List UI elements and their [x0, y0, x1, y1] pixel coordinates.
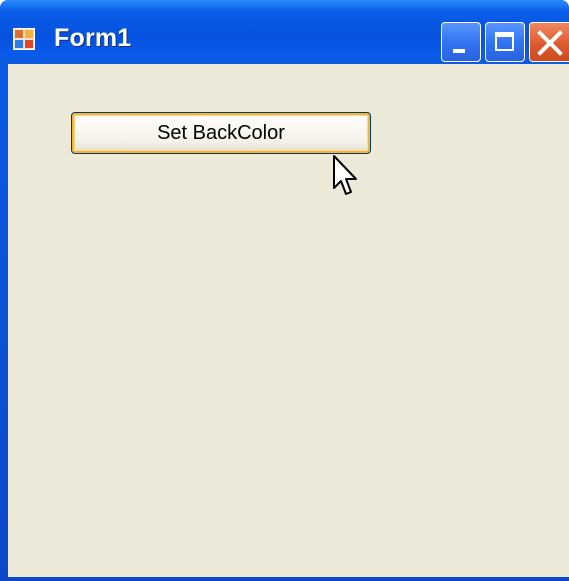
maximize-button[interactable]	[485, 22, 525, 62]
window-title: Form1	[54, 24, 132, 52]
maximize-icon	[495, 32, 514, 51]
mouse-pointer-icon	[333, 155, 357, 195]
close-button[interactable]	[529, 22, 569, 62]
window-bottom-border	[0, 577, 569, 581]
minimize-icon	[453, 49, 465, 53]
form1-window: Form1 Set BackColor	[0, 0, 569, 581]
minimize-button[interactable]	[441, 22, 481, 62]
set-backcolor-button[interactable]: Set BackColor	[71, 112, 371, 154]
app-icon[interactable]	[13, 28, 35, 50]
close-icon	[537, 30, 563, 56]
title-bar[interactable]: Form1	[0, 0, 569, 64]
